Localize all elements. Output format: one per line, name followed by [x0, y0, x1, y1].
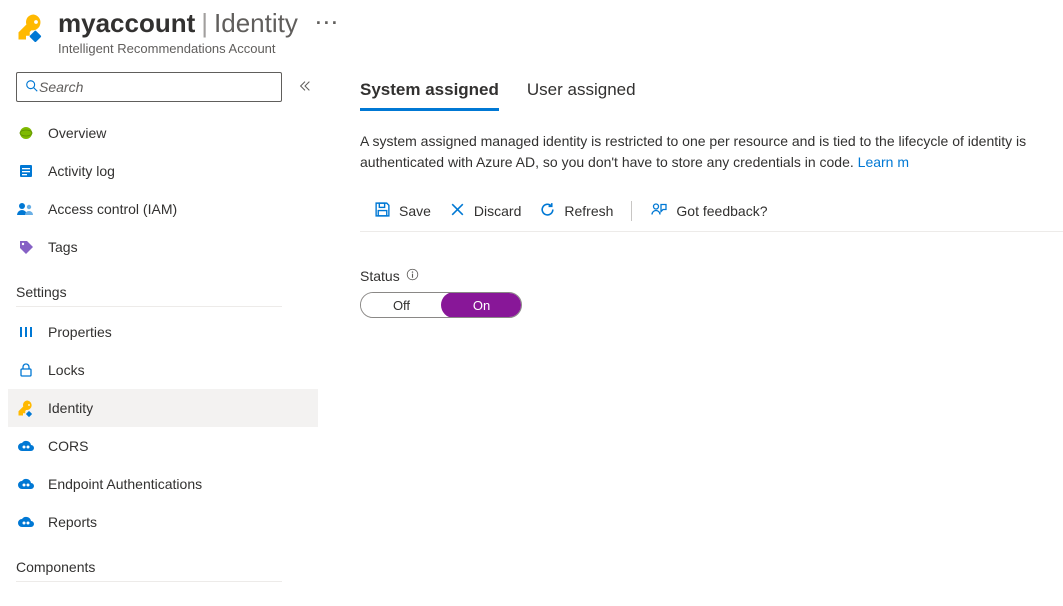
- discard-label: Discard: [474, 203, 521, 219]
- sidebar-item-label: Reports: [48, 514, 97, 530]
- key-icon: [16, 398, 36, 418]
- sidebar-item-reports[interactable]: Reports: [8, 503, 318, 541]
- search-box[interactable]: [16, 72, 282, 102]
- command-toolbar: Save Discard Refresh Got feedback?: [360, 195, 1063, 232]
- sidebar-section-components: Components: [16, 541, 282, 582]
- sidebar-item-endpoint-authentications[interactable]: Endpoint Authentications: [8, 465, 318, 503]
- section-name: Identity: [214, 8, 298, 39]
- search-input[interactable]: [39, 79, 273, 95]
- lock-icon: [16, 360, 36, 380]
- account-name: myaccount: [58, 8, 195, 39]
- tab-system-assigned[interactable]: System assigned: [360, 80, 499, 111]
- log-icon: [16, 161, 36, 181]
- sidebar-item-overview[interactable]: Overview: [8, 114, 318, 152]
- sidebar-item-locks[interactable]: Locks: [8, 351, 318, 389]
- identity-tabs: System assigned User assigned: [360, 80, 1063, 111]
- status-toggle-on[interactable]: On: [441, 292, 522, 318]
- main-content: System assigned User assigned A system a…: [324, 72, 1063, 588]
- description-text: A system assigned managed identity is re…: [360, 133, 1026, 170]
- refresh-icon: [539, 201, 556, 221]
- refresh-label: Refresh: [564, 203, 613, 219]
- sidebar-item-access-control[interactable]: Access control (IAM): [8, 190, 318, 228]
- search-icon: [25, 79, 39, 96]
- properties-icon: [16, 322, 36, 342]
- feedback-button[interactable]: Got feedback?: [650, 201, 767, 221]
- save-label: Save: [399, 203, 431, 219]
- resource-type-label: Intelligent Recommendations Account: [58, 41, 1047, 56]
- sidebar-item-label: Overview: [48, 125, 106, 141]
- discard-button[interactable]: Discard: [449, 201, 521, 221]
- status-label: Status: [360, 268, 400, 284]
- tab-user-assigned[interactable]: User assigned: [527, 80, 636, 111]
- collapse-sidebar-button[interactable]: [298, 79, 312, 96]
- info-icon[interactable]: [406, 268, 419, 284]
- tag-icon: [16, 237, 36, 257]
- sidebar-item-label: Endpoint Authentications: [48, 476, 202, 492]
- toolbar-separator: [631, 201, 632, 221]
- more-menu-button[interactable]: ···: [316, 13, 340, 34]
- sidebar-item-properties[interactable]: Properties: [8, 313, 318, 351]
- people-icon: [16, 199, 36, 219]
- refresh-button[interactable]: Refresh: [539, 201, 613, 221]
- title-separator: |: [201, 8, 208, 39]
- save-button[interactable]: Save: [374, 201, 431, 221]
- sidebar-item-label: Access control (IAM): [48, 201, 177, 217]
- cloud-icon: [16, 474, 36, 494]
- sidebar-item-tags[interactable]: Tags: [8, 228, 318, 266]
- feedback-label: Got feedback?: [676, 203, 767, 219]
- discard-icon: [449, 201, 466, 221]
- identity-description: A system assigned managed identity is re…: [360, 131, 1063, 173]
- sidebar-item-activity-log[interactable]: Activity log: [8, 152, 318, 190]
- sidebar-item-label: Tags: [48, 239, 78, 255]
- learn-more-link[interactable]: Learn m: [858, 154, 909, 170]
- sidebar-item-label: CORS: [48, 438, 88, 454]
- sidebar-item-label: Properties: [48, 324, 112, 340]
- sidebar-item-cors[interactable]: CORS: [8, 427, 318, 465]
- cloud-icon: [16, 512, 36, 532]
- page-title: myaccount | Identity ···: [58, 8, 1047, 39]
- key-icon: [16, 12, 46, 45]
- sidebar-item-label: Identity: [48, 400, 93, 416]
- save-icon: [374, 201, 391, 221]
- sidebar-section-settings: Settings: [16, 266, 282, 307]
- sidebar: Overview Activity log Access control (IA…: [0, 72, 324, 588]
- sidebar-item-identity[interactable]: Identity: [8, 389, 318, 427]
- sidebar-item-label: Locks: [48, 362, 85, 378]
- cloud-icon: [16, 436, 36, 456]
- feedback-icon: [650, 201, 668, 221]
- status-toggle-off[interactable]: Off: [361, 293, 442, 317]
- sidebar-item-label: Activity log: [48, 163, 115, 179]
- globe-icon: [16, 123, 36, 143]
- status-toggle[interactable]: Off On: [360, 292, 522, 318]
